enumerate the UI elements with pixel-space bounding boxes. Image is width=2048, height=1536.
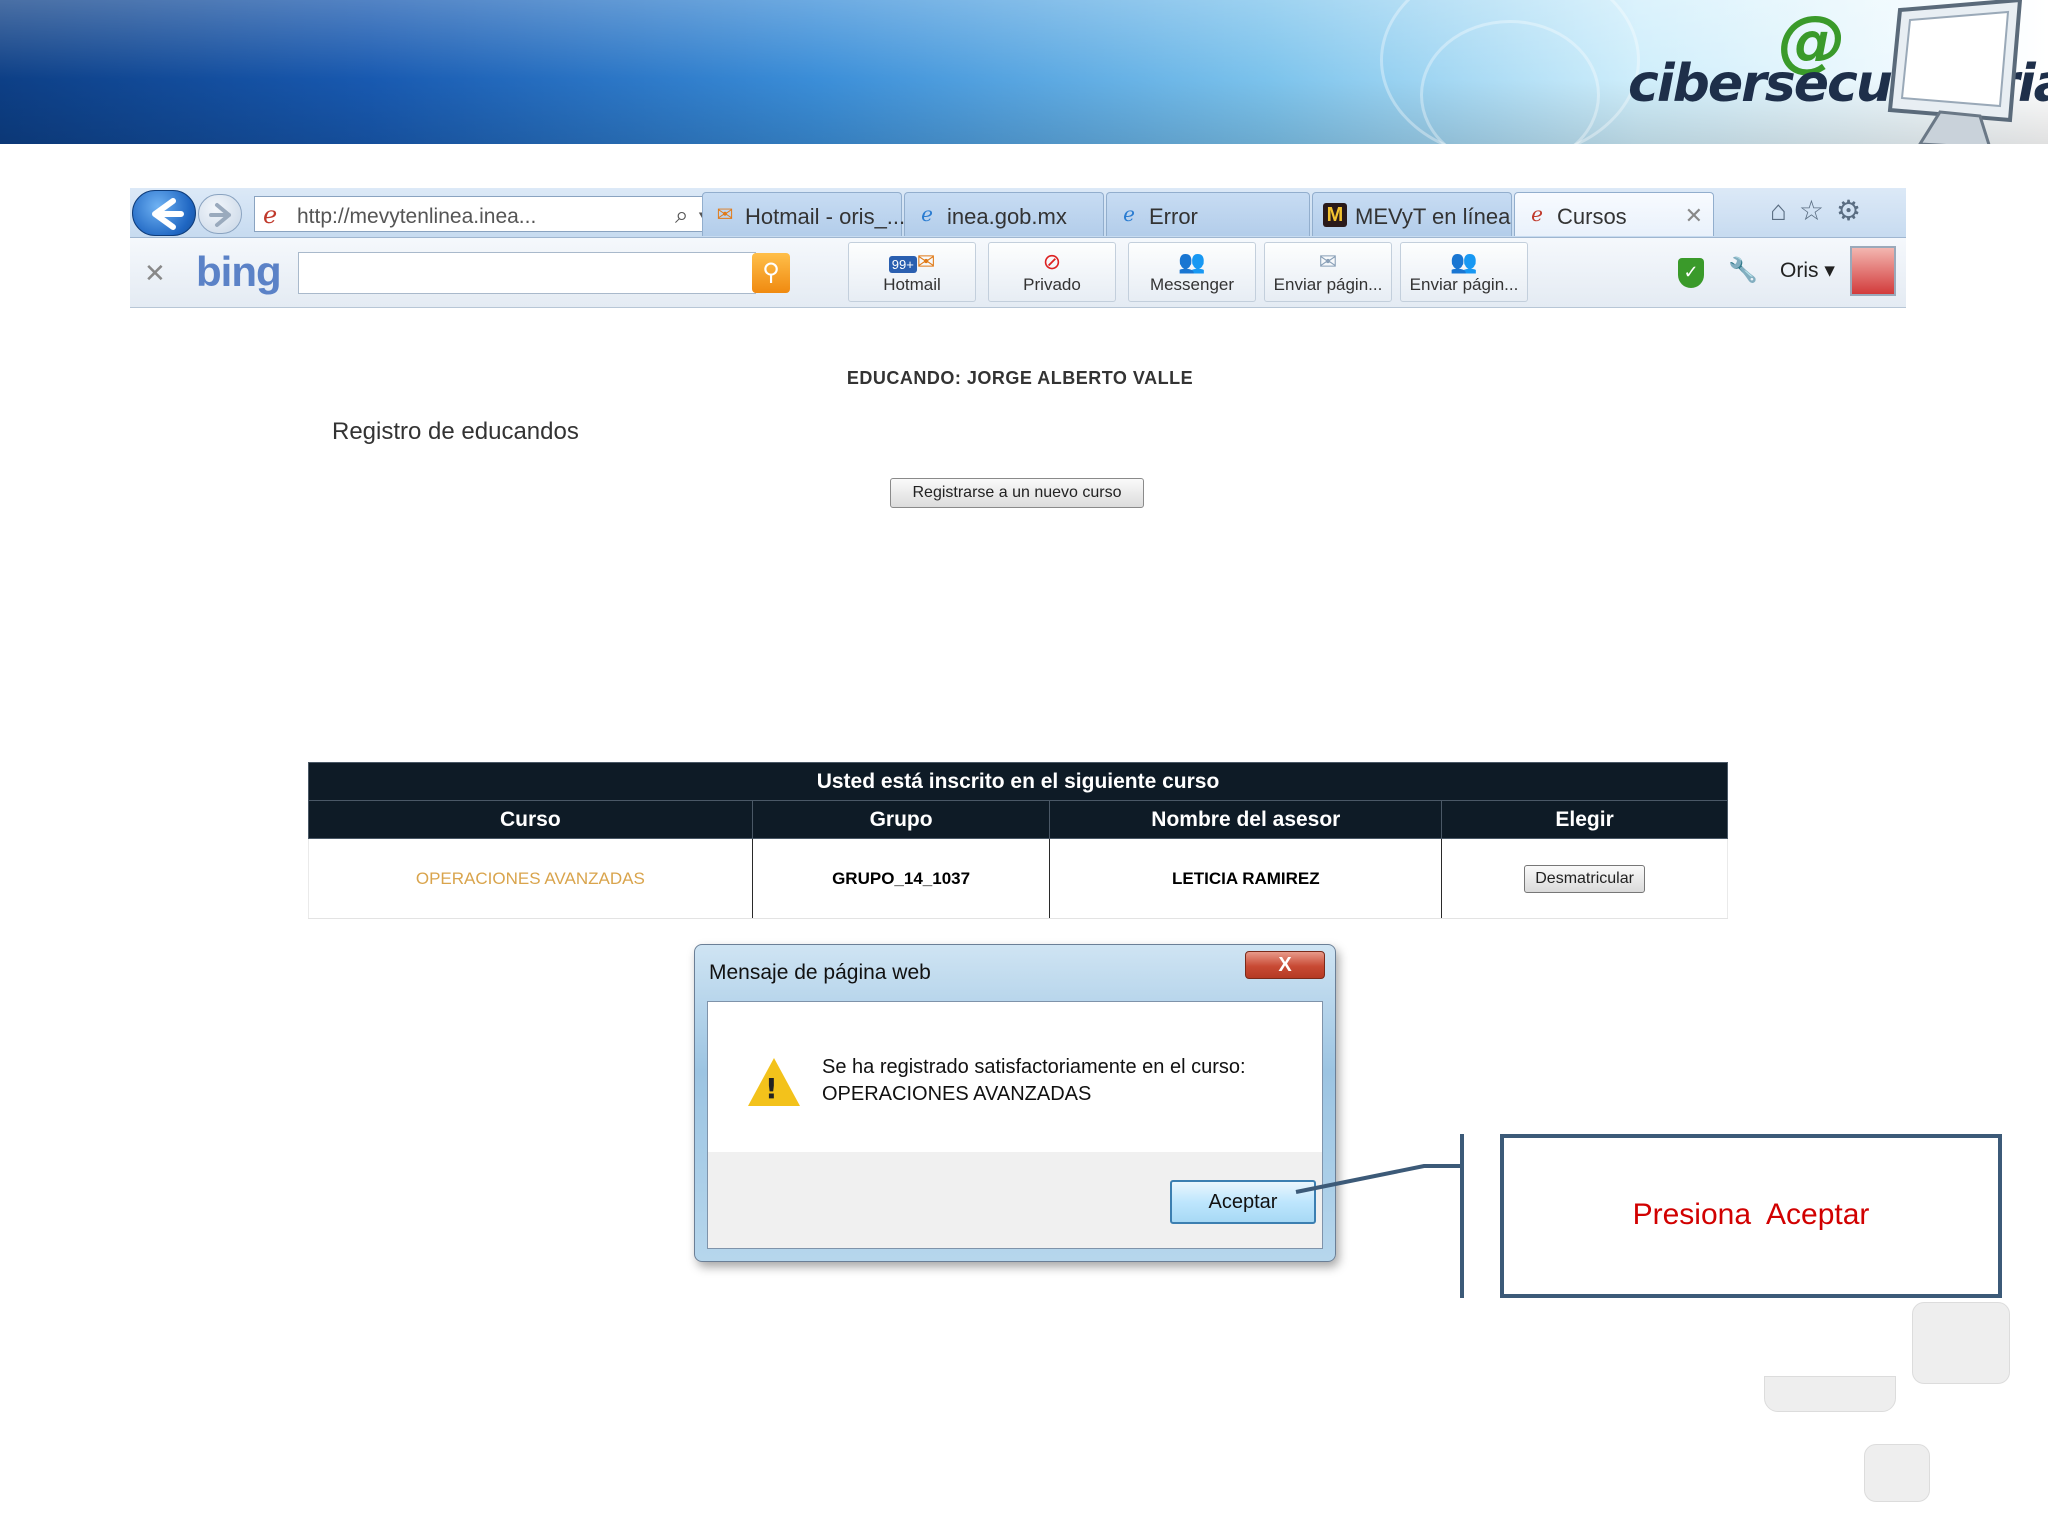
decorative-tile (1912, 1302, 2010, 1384)
decorative-tile (1764, 1376, 1896, 1412)
decorative-tile (1864, 1444, 1930, 1502)
callout-text: Presiona Aceptar (1632, 1198, 1870, 1231)
callout-connector (1295, 1134, 1464, 1298)
callout-box: Presiona Aceptar (1500, 1134, 2002, 1298)
slide: @ cibersecundaria ℯ http://mevytenlinea.… (0, 0, 2048, 1536)
